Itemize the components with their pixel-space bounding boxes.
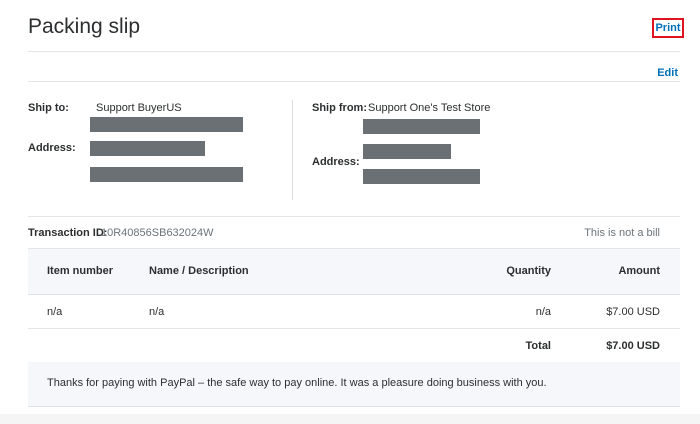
redacted-address-line	[90, 167, 243, 182]
print-button[interactable]: Print	[652, 18, 684, 38]
not-a-bill-note: This is not a bill	[584, 227, 660, 239]
redacted-address-line	[363, 119, 480, 134]
page-title: Packing slip	[28, 15, 141, 38]
thank-you-note: Thanks for paying with PayPal – the safe…	[28, 362, 680, 407]
transaction-id-value: 10R40856SB632024W	[101, 227, 214, 239]
ship-to-name: Support BuyerUS	[96, 102, 182, 114]
table-row: n/a n/a n/a $7.00 USD	[28, 295, 680, 329]
thank-you-message: Thanks for paying with PayPal – the safe…	[47, 377, 547, 389]
cell-name-description: n/a	[149, 306, 165, 318]
cell-item-number: n/a	[47, 306, 63, 318]
redacted-address-line	[90, 117, 243, 132]
header-amount: Amount	[618, 265, 660, 277]
ship-to-address-label: Address:	[28, 142, 76, 154]
transaction-id-label: Transaction ID:	[28, 227, 108, 239]
section-divider	[28, 81, 680, 82]
transaction-row: Transaction ID: 10R40856SB632024W This i…	[28, 216, 680, 249]
header-quantity: Quantity	[506, 265, 551, 277]
redacted-address-line	[363, 144, 451, 159]
ship-to-label: Ship to:	[28, 102, 69, 114]
total-amount: $7.00 USD	[606, 340, 660, 352]
edit-link[interactable]: Edit	[657, 67, 678, 79]
total-label: Total	[525, 340, 551, 352]
cell-quantity: n/a	[535, 306, 551, 318]
ship-from-address-label: Address:	[312, 156, 360, 168]
header-divider	[28, 51, 680, 52]
header-item-number: Item number	[47, 265, 114, 277]
page-bottom-band	[0, 414, 700, 424]
cell-amount: $7.00 USD	[606, 306, 660, 318]
header-name-description: Name / Description	[149, 265, 249, 277]
redacted-address-line	[363, 169, 480, 184]
ship-from-label: Ship from:	[312, 102, 367, 114]
table-header: Item number Name / Description Quantity …	[28, 248, 680, 295]
ship-from-name: Support One's Test Store	[368, 102, 491, 114]
redacted-address-line	[90, 141, 205, 156]
ship-column-divider	[292, 100, 293, 200]
total-row: Total $7.00 USD	[28, 329, 680, 363]
